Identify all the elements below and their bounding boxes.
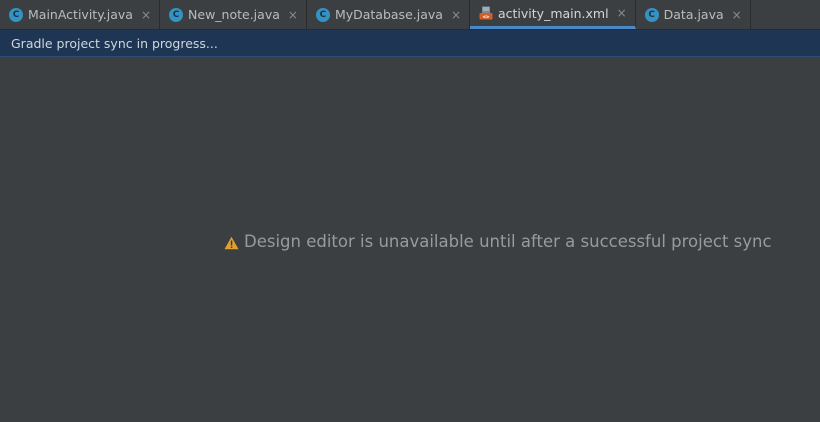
design-editor-area: Design editor is unavailable until after… bbox=[0, 57, 820, 422]
tab-label: MainActivity.java bbox=[28, 7, 133, 22]
gradle-sync-banner: Gradle project sync in progress... bbox=[0, 30, 820, 57]
close-icon[interactable]: × bbox=[617, 7, 627, 19]
editor-tab-bar: C MainActivity.java × C New_note.java × … bbox=[0, 0, 820, 30]
svg-text:<>: <> bbox=[483, 14, 490, 20]
tab-label: activity_main.xml bbox=[498, 5, 609, 21]
close-icon[interactable]: × bbox=[732, 9, 742, 21]
close-icon[interactable]: × bbox=[288, 9, 298, 21]
close-icon[interactable]: × bbox=[451, 9, 461, 21]
tab-activity-main-xml[interactable]: <> activity_main.xml × bbox=[470, 0, 636, 29]
xml-layout-icon: <> bbox=[479, 6, 493, 20]
java-class-icon: C bbox=[9, 7, 23, 22]
tab-label: New_note.java bbox=[188, 7, 280, 22]
tab-data-java[interactable]: C Data.java × bbox=[636, 0, 751, 29]
tab-new-note-java[interactable]: C New_note.java × bbox=[160, 0, 307, 29]
message-text: Design editor is unavailable until after… bbox=[244, 232, 772, 251]
unavailable-message: Design editor is unavailable until after… bbox=[224, 232, 772, 251]
java-class-icon: C bbox=[169, 7, 184, 22]
ide-window: C MainActivity.java × C New_note.java × … bbox=[0, 0, 820, 422]
close-icon[interactable]: × bbox=[141, 9, 151, 21]
java-class-icon: C bbox=[644, 7, 659, 22]
tab-label: MyDatabase.java bbox=[334, 7, 443, 22]
warning-icon bbox=[224, 235, 239, 249]
tab-my-database-java[interactable]: C MyDatabase.java × bbox=[307, 0, 470, 29]
tab-label: Data.java bbox=[663, 7, 724, 22]
tab-main-activity-java[interactable]: C MainActivity.java × bbox=[0, 0, 161, 29]
banner-text: Gradle project sync in progress... bbox=[11, 35, 218, 51]
java-class-icon: C bbox=[315, 7, 330, 22]
